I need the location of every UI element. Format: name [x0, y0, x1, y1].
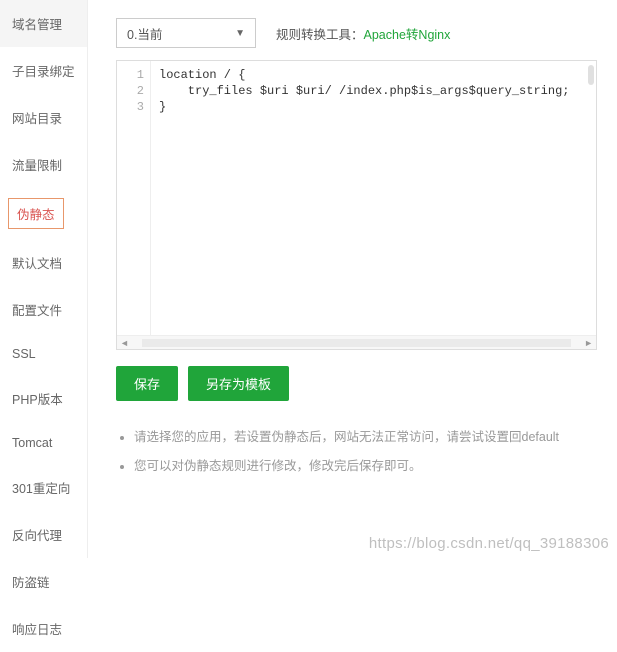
sidebar-item-php[interactable]: PHP版本 [0, 375, 87, 422]
tips-list: 请选择您的应用，若设置伪静态后，网站无法正常访问，请尝试设置回default 您… [116, 423, 597, 481]
tool-label: 规则转换工具：Apache转Nginx [276, 24, 450, 43]
sidebar-item-sitedir[interactable]: 网站目录 [0, 94, 87, 141]
vertical-scrollbar[interactable] [588, 65, 594, 85]
scroll-left-icon[interactable]: ◄ [117, 338, 132, 348]
apache-to-nginx-link[interactable]: Apache转Nginx [364, 28, 451, 42]
save-as-template-button[interactable]: 另存为模板 [188, 366, 289, 401]
sidebar-item-config[interactable]: 配置文件 [0, 286, 87, 333]
sidebar-item-defaultdoc[interactable]: 默认文档 [0, 239, 87, 286]
sidebar-item-resplog[interactable]: 响应日志 [0, 605, 87, 652]
sidebar-item-pseudostatic[interactable]: 伪静态 [8, 198, 64, 229]
line-number: 2 [117, 83, 144, 99]
line-number: 3 [117, 99, 144, 115]
sidebar-item-antileech[interactable]: 防盗链 [0, 558, 87, 605]
sidebar-item-301[interactable]: 301重定向 [0, 464, 87, 511]
save-button[interactable]: 保存 [116, 366, 178, 401]
editor-gutter: 1 2 3 [117, 61, 151, 335]
sidebar: 域名管理 子目录绑定 网站目录 流量限制 伪静态 默认文档 配置文件 SSL P… [0, 0, 88, 558]
code-editor[interactable]: 1 2 3 location / { try_files $uri $uri/ … [116, 60, 597, 350]
sidebar-item-domain[interactable]: 域名管理 [0, 0, 87, 47]
sidebar-item-subdir[interactable]: 子目录绑定 [0, 47, 87, 94]
template-select[interactable]: 0.当前 ▼ [116, 18, 256, 48]
tip-item: 您可以对伪静态规则进行修改，修改完后保存即可。 [134, 452, 597, 481]
sidebar-item-tomcat[interactable]: Tomcat [0, 422, 87, 464]
chevron-down-icon: ▼ [235, 28, 245, 39]
horizontal-scrollbar[interactable]: ◄ ► [117, 335, 596, 349]
editor-content[interactable]: location / { try_files $uri $uri/ /index… [151, 61, 596, 335]
tip-item: 请选择您的应用，若设置伪静态后，网站无法正常访问，请尝试设置回default [134, 423, 597, 452]
scroll-right-icon[interactable]: ► [581, 338, 596, 348]
sidebar-item-traffic[interactable]: 流量限制 [0, 141, 87, 188]
main-panel: 0.当前 ▼ 规则转换工具：Apache转Nginx 1 2 3 locatio… [88, 0, 617, 558]
sidebar-item-proxy[interactable]: 反向代理 [0, 511, 87, 558]
template-select-value: 0.当前 [127, 24, 162, 43]
line-number: 1 [117, 67, 144, 83]
sidebar-item-ssl[interactable]: SSL [0, 333, 87, 375]
watermark: https://blog.csdn.net/qq_39188306 [369, 535, 609, 552]
scrollbar-track[interactable] [142, 339, 571, 347]
